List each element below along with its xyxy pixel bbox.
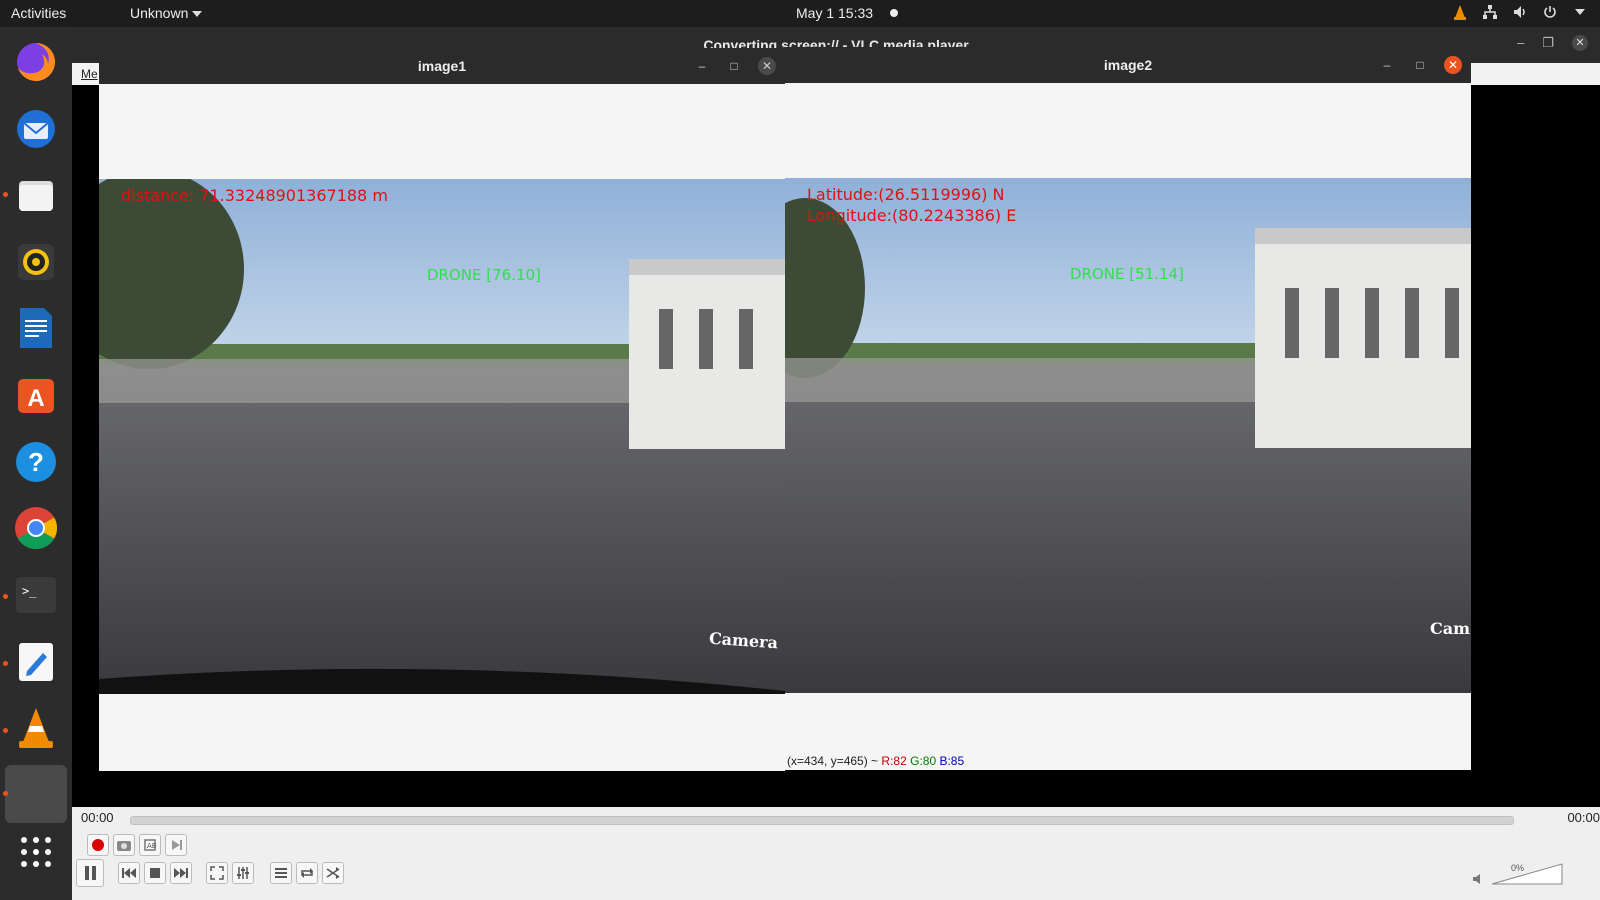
vlc-icon[interactable] bbox=[11, 703, 61, 753]
total-time: 00:00 bbox=[1567, 810, 1600, 825]
image2-canvas: Latitude:(26.5119996) N Longitude:(80.22… bbox=[785, 83, 1471, 770]
restore-icon[interactable]: ❐ bbox=[1542, 35, 1554, 51]
extended-settings-button[interactable] bbox=[232, 862, 254, 884]
snapshot-button[interactable] bbox=[113, 834, 135, 856]
blue-value: B:85 bbox=[939, 754, 965, 768]
image1-canvas: distance: 71.33248901367188 m DRONE [76.… bbox=[99, 84, 785, 771]
window-icon[interactable] bbox=[5, 765, 67, 823]
image2-window: image2 – □ ✕ Latitude:(26.5119996) N Lon… bbox=[785, 47, 1471, 770]
distance-overlay: distance: 71.33248901367188 m bbox=[121, 186, 388, 205]
previous-button[interactable] bbox=[118, 862, 140, 884]
thunderbird-icon[interactable] bbox=[11, 104, 61, 154]
minimize-icon[interactable]: – bbox=[1517, 35, 1524, 51]
help-icon[interactable]: ? bbox=[11, 437, 61, 487]
camera-watermark: Cam bbox=[1430, 619, 1471, 638]
close-icon[interactable]: ✕ bbox=[758, 57, 776, 75]
frame-step-button[interactable] bbox=[165, 834, 187, 856]
drone-label: DRONE [51.14] bbox=[1070, 265, 1184, 283]
image1-window: image1 – □ ✕ distance: 71.33248901367188… bbox=[99, 48, 785, 771]
vlc-tray-icon[interactable] bbox=[1452, 4, 1468, 20]
stop-button[interactable] bbox=[144, 862, 166, 884]
clock[interactable]: May 1 15:33 bbox=[796, 5, 873, 21]
street-scene-image-2 bbox=[785, 178, 1471, 693]
longitude-overlay: Longitude:(80.2243386) E bbox=[807, 206, 1017, 225]
dock: A ? >_ bbox=[0, 27, 72, 900]
power-icon[interactable] bbox=[1542, 4, 1558, 20]
running-indicator bbox=[3, 661, 8, 666]
pixel-info-status: (x=434, y=465) ~ R:82 G:80 B:85 bbox=[787, 754, 964, 768]
cursor-coords: (x=434, y=465) ~ bbox=[787, 754, 879, 768]
chevron-down-icon bbox=[192, 11, 203, 18]
chevron-down-icon[interactable] bbox=[1572, 4, 1588, 20]
svg-text:>_: >_ bbox=[22, 584, 37, 598]
activities-button[interactable]: Activities bbox=[11, 5, 66, 21]
volume-icon[interactable] bbox=[1512, 4, 1528, 20]
volume-slider[interactable] bbox=[1490, 862, 1564, 891]
running-indicator bbox=[3, 728, 8, 733]
street-scene-image-1 bbox=[99, 179, 785, 694]
terminal-icon[interactable]: >_ bbox=[11, 570, 61, 620]
chrome-icon[interactable] bbox=[11, 503, 61, 553]
files-icon[interactable] bbox=[11, 170, 61, 220]
text-editor-icon[interactable] bbox=[11, 637, 61, 687]
svg-text:AB: AB bbox=[147, 842, 157, 850]
loop-ab-button[interactable]: AB bbox=[139, 834, 161, 856]
seek-slider[interactable] bbox=[130, 816, 1514, 825]
close-icon[interactable]: ✕ bbox=[1444, 56, 1462, 74]
svg-text:?: ? bbox=[28, 447, 44, 477]
running-indicator bbox=[3, 192, 8, 197]
svg-text:A: A bbox=[27, 385, 44, 412]
loop-button[interactable] bbox=[296, 862, 318, 884]
app-menu[interactable]: Unknown bbox=[130, 5, 203, 21]
network-icon[interactable] bbox=[1482, 4, 1498, 20]
media-menu[interactable]: Me bbox=[81, 67, 98, 81]
camera-frame-1[interactable]: distance: 71.33248901367188 m DRONE [76.… bbox=[99, 179, 785, 694]
running-indicator bbox=[3, 594, 8, 599]
close-icon[interactable]: ✕ bbox=[1572, 35, 1588, 51]
playlist-button[interactable] bbox=[270, 862, 292, 884]
elapsed-time: 00:00 bbox=[81, 810, 114, 825]
rhythmbox-icon[interactable] bbox=[11, 237, 61, 287]
speaker-icon[interactable] bbox=[1472, 872, 1484, 890]
camera-frame-2[interactable]: Latitude:(26.5119996) N Longitude:(80.22… bbox=[785, 178, 1471, 693]
fullscreen-button[interactable] bbox=[206, 862, 228, 884]
running-indicator bbox=[3, 791, 8, 796]
image2-title: image2 bbox=[1103, 57, 1153, 73]
image1-title: image1 bbox=[417, 58, 467, 74]
show-apps-icon[interactable] bbox=[11, 827, 61, 877]
drone-label: DRONE [76.10] bbox=[427, 266, 541, 284]
image2-title-bar[interactable]: image2 bbox=[785, 47, 1471, 83]
minimize-icon[interactable]: – bbox=[1378, 56, 1396, 74]
red-value: R:82 bbox=[881, 754, 907, 768]
image1-title-bar[interactable]: image1 bbox=[99, 48, 785, 84]
writer-icon[interactable] bbox=[11, 303, 61, 353]
pause-button[interactable] bbox=[76, 859, 104, 887]
vlc-window-controls: – ❐ ✕ bbox=[1517, 35, 1588, 51]
notification-dot-icon bbox=[890, 9, 898, 17]
green-value: G:80 bbox=[910, 754, 937, 768]
maximize-icon[interactable]: □ bbox=[725, 57, 743, 75]
top-bar: Activities Unknown May 1 15:33 bbox=[0, 0, 1600, 27]
maximize-icon[interactable]: □ bbox=[1411, 56, 1429, 74]
app-menu-label: Unknown bbox=[130, 5, 189, 21]
shuffle-button[interactable] bbox=[322, 862, 344, 884]
minimize-icon[interactable]: – bbox=[693, 57, 711, 75]
record-button[interactable] bbox=[87, 834, 109, 856]
system-tray bbox=[1452, 4, 1588, 20]
next-button[interactable] bbox=[170, 862, 192, 884]
software-icon[interactable]: A bbox=[11, 370, 61, 420]
latitude-overlay: Latitude:(26.5119996) N bbox=[807, 185, 1005, 204]
firefox-icon[interactable] bbox=[11, 37, 61, 87]
vlc-controls-panel: 00:00 00:00 AB 0% bbox=[72, 807, 1600, 900]
